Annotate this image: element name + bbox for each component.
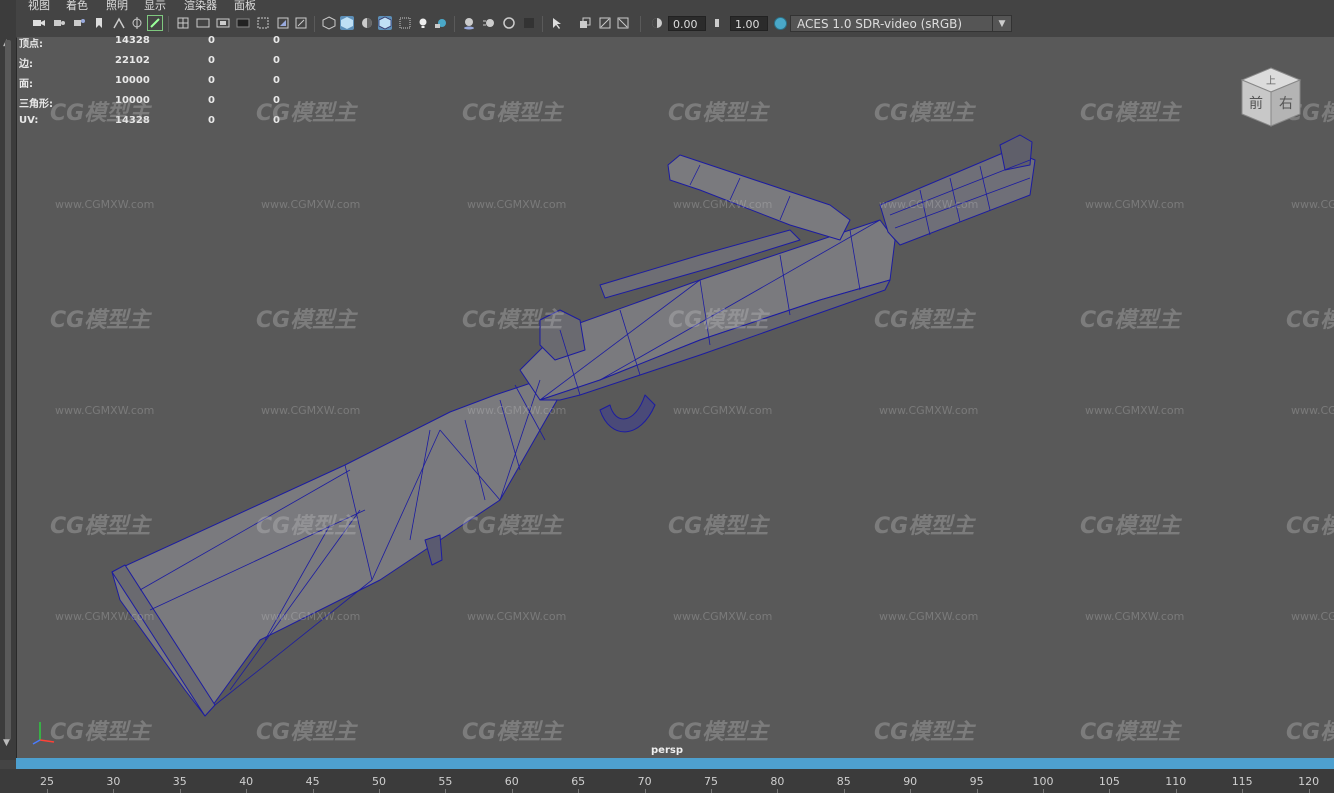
timeline-tick-mark: [843, 789, 845, 793]
timeline-tick-label: 30: [106, 775, 121, 788]
viewcube[interactable]: 上 前 右: [1238, 64, 1304, 130]
timeline-tick-label: 100: [1032, 775, 1054, 788]
axis-gizmo-icon: [32, 722, 55, 745]
hud-label: 边:: [19, 59, 33, 70]
timeline-tick-mark: [1308, 789, 1310, 793]
time-ruler[interactable]: 25 30 35 40 45 50 55 60 65 70 75 80 85 90 95 100 105 110 1…: [0, 769, 1334, 793]
timeline-tick-label: 90: [903, 775, 918, 788]
hud-label: UV:: [19, 115, 39, 126]
timeline-tick-label: 120: [1298, 775, 1320, 788]
hud-value: 0: [273, 75, 280, 86]
hud-label: 顶点:: [19, 39, 43, 50]
hud-value: 10000: [115, 95, 150, 106]
gun-wireframe-model: [111, 134, 1036, 717]
timeline-tick-label: 85: [836, 775, 851, 788]
hud-value: 10000: [115, 75, 150, 86]
timeline-tick-label: 45: [305, 775, 320, 788]
camera-name-label: persp: [651, 745, 683, 756]
timeline-tick-mark: [711, 789, 712, 793]
hud-value: 0: [208, 95, 215, 106]
timeline-tick-label: 75: [704, 775, 718, 788]
timeline-tick-label: 115: [1231, 775, 1253, 788]
timeline-tick-mark: [246, 789, 248, 793]
timeline-tick-mark: [445, 789, 447, 793]
timeline-tick-label: 110: [1165, 775, 1187, 788]
hud-value: 0: [273, 95, 280, 106]
hud-value: 0: [273, 35, 280, 46]
timeline-tick-label: 65: [571, 775, 586, 788]
timeline-tick-label: 105: [1098, 775, 1120, 788]
timeline-tick-mark: [1175, 789, 1177, 793]
timeline-tick-label: 95: [969, 775, 984, 788]
timeline-tick-label: 70: [637, 775, 652, 788]
magazine: [667, 154, 851, 241]
hud-value: 22102: [115, 55, 150, 66]
timeline-tick-label: 80: [770, 775, 785, 788]
timeline-tick-mark: [644, 789, 646, 793]
timeline-tick-mark: [113, 789, 115, 793]
maya-viewport-app: ▲ ▼ 视图 着色 照明 显示 渲染器 面板: [0, 0, 1334, 793]
timeline-tick-mark: [1109, 789, 1111, 793]
timeline-tick-label: 60: [504, 775, 519, 788]
hud-value: 0: [208, 75, 215, 86]
timeline-tick-mark: [1043, 789, 1044, 793]
viewcube-right-label: 右: [1279, 96, 1293, 112]
viewcube-top-label: 上: [1266, 75, 1276, 87]
hud-value: 0: [208, 55, 215, 66]
hud-value: 0: [208, 35, 215, 46]
hud-label: 面:: [19, 79, 33, 90]
timeline-tick-label: 50: [372, 775, 386, 788]
timeline-tick-label: 40: [239, 775, 254, 788]
trigger-guard: [599, 394, 656, 433]
viewcube-front-label: 前: [1249, 95, 1263, 112]
timeline-tick-mark: [976, 789, 978, 793]
hud-value: 0: [273, 115, 280, 126]
sling-swivel: [424, 534, 443, 566]
hud-value: 0: [208, 115, 215, 126]
timeline-tick-mark: [47, 789, 48, 793]
hud-value: 0: [273, 55, 280, 66]
timeline-tick-mark: [910, 789, 912, 793]
timeline-tick-label: 35: [172, 775, 187, 788]
timeline-tick-mark: [179, 789, 181, 793]
timeline-tick-label: 55: [438, 775, 453, 788]
hud-value: 14328: [115, 115, 150, 126]
timeline-tick-mark: [578, 789, 580, 793]
hud-label: 三角形:: [19, 99, 53, 110]
timeline-tick-mark: [312, 789, 314, 793]
timeline-tick-label: 25: [40, 775, 54, 788]
timeline-tick-mark: [777, 789, 779, 793]
timeline-tick-mark: [379, 789, 380, 793]
hud-value: 14328: [115, 35, 150, 46]
timeline-tick-mark: [1242, 789, 1244, 793]
timeline-tick-mark: [511, 789, 513, 793]
time-slider-bar[interactable]: [16, 758, 1334, 769]
muzzle: [999, 134, 1033, 171]
